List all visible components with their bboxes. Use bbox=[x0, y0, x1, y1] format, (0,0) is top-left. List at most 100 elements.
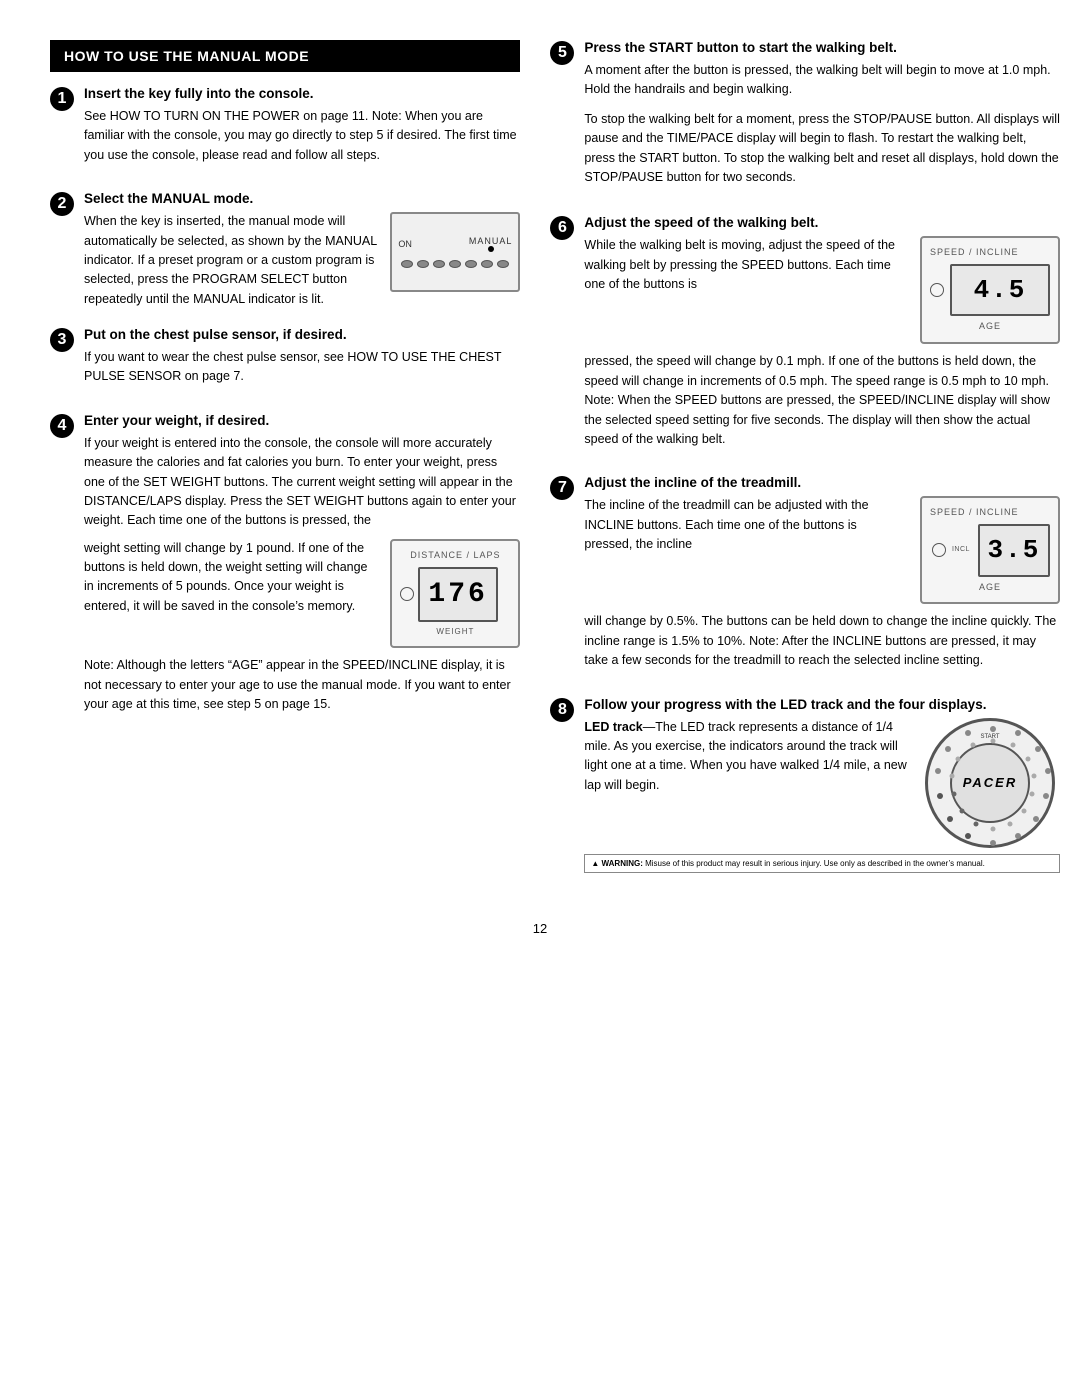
step-4: 4 Enter your weight, if desired. If your… bbox=[50, 413, 520, 723]
inner-dot bbox=[1010, 742, 1015, 747]
distance-laps-display: DISTANCE / LAPS 176 WEIGHT bbox=[390, 539, 520, 649]
speed-incline-display-6: SPEED / INCLINE 4.5 AGE bbox=[920, 236, 1060, 344]
left-column: HOW TO USE THE MANUAL MODE 1 Insert the … bbox=[50, 40, 520, 891]
page-container: HOW TO USE THE MANUAL MODE 1 Insert the … bbox=[50, 40, 1030, 891]
speed-screen-7: 3.5 bbox=[978, 524, 1050, 576]
manual-indicator-row: ON MANUAL bbox=[398, 236, 512, 252]
step-1: 1 Insert the key fully into the console.… bbox=[50, 86, 520, 173]
step-4-number: 4 bbox=[50, 414, 74, 438]
manual-mode-display: ON MANUAL bbox=[390, 212, 520, 292]
step-6-after: pressed, the speed will change by 0.1 mp… bbox=[584, 352, 1060, 449]
manual-btn-2 bbox=[417, 260, 429, 268]
inner-dot-active bbox=[973, 821, 978, 826]
track-dot-active bbox=[937, 793, 943, 799]
inner-dot bbox=[1007, 821, 1012, 826]
speed-screen-row-6: 4.5 bbox=[930, 264, 1050, 316]
step-2-number: 2 bbox=[50, 192, 74, 216]
manual-btn-7 bbox=[497, 260, 509, 268]
step-8: 8 Follow your progress with the LED trac… bbox=[550, 697, 1060, 873]
step-5-number: 5 bbox=[550, 41, 574, 65]
step-4-note: Note: Although the letters “AGE” appear … bbox=[84, 656, 520, 714]
track-dot bbox=[935, 768, 941, 774]
step-1-body: See HOW TO TURN ON THE POWER on page 11.… bbox=[84, 107, 520, 165]
step-8-title: Follow your progress with the LED track … bbox=[584, 697, 1060, 712]
step-6-number: 6 bbox=[550, 216, 574, 240]
speed-label-row-6: SPEED / INCLINE bbox=[930, 246, 1050, 260]
laps-icon bbox=[400, 587, 414, 601]
step-5-content: Press the START button to start the walk… bbox=[584, 40, 1060, 197]
step-6-title: Adjust the speed of the walking belt. bbox=[584, 215, 1060, 230]
inner-dot-active bbox=[959, 808, 964, 813]
track-dot bbox=[1033, 816, 1039, 822]
step-1-content: Insert the key fully into the console. S… bbox=[84, 86, 520, 173]
start-text: START bbox=[980, 734, 999, 740]
step-6-figure: While the walking belt is moving, adjust… bbox=[584, 236, 1060, 344]
section-header: HOW TO USE THE MANUAL MODE bbox=[50, 40, 520, 72]
track-dot bbox=[1045, 768, 1051, 774]
step-8-content: Follow your progress with the LED track … bbox=[584, 697, 1060, 873]
manual-btn-3 bbox=[433, 260, 445, 268]
incl-icon-6 bbox=[930, 283, 944, 297]
step-3-number: 3 bbox=[50, 328, 74, 352]
step-7-title: Adjust the incline of the treadmill. bbox=[584, 475, 1060, 490]
step-7-body: The incline of the treadmill can be adju… bbox=[584, 496, 1060, 670]
inner-dot bbox=[990, 826, 995, 831]
inner-dot bbox=[1021, 808, 1026, 813]
step-1-number: 1 bbox=[50, 87, 74, 111]
step-2: 2 Select the MANUAL mode. When the key i… bbox=[50, 191, 520, 309]
speed-screen-row-7: INCL 3.5 bbox=[930, 524, 1050, 576]
track-dot bbox=[1015, 730, 1021, 736]
track-dot bbox=[1043, 793, 1049, 799]
step-3-title: Put on the chest pulse sensor, if desire… bbox=[84, 327, 520, 342]
track-dot bbox=[990, 726, 996, 732]
right-column: 5 Press the START button to start the wa… bbox=[550, 40, 1060, 891]
manual-dot bbox=[488, 246, 494, 252]
speed-label-row-7: SPEED / INCLINE bbox=[930, 506, 1050, 520]
step-7-content: Adjust the incline of the treadmill. The… bbox=[584, 475, 1060, 678]
incl-icon-7 bbox=[932, 543, 946, 557]
incl-text: INCL bbox=[952, 545, 970, 556]
pacer-figure: START PACER bbox=[920, 718, 1060, 848]
manual-label: MANUAL bbox=[469, 236, 513, 246]
speed-incline-display-7: SPEED / INCLINE INCL 3.5 AGE bbox=[920, 496, 1060, 604]
distance-display-row: 176 bbox=[400, 567, 510, 622]
speed-screen-6: 4.5 bbox=[950, 264, 1050, 316]
step-4-content: Enter your weight, if desired. If your w… bbox=[84, 413, 520, 723]
track-dot bbox=[990, 840, 996, 846]
page-number: 12 bbox=[50, 921, 1030, 936]
step-8-figure: LED track—The LED track represents a dis… bbox=[584, 718, 1060, 848]
weight-label: WEIGHT bbox=[400, 626, 510, 638]
step-6-body: While the walking belt is moving, adjust… bbox=[584, 236, 1060, 449]
step-6-intro-text: While the walking belt is moving, adjust… bbox=[584, 236, 908, 302]
led-track-label: LED track bbox=[584, 720, 642, 734]
step-4-figure: weight setting will change by 1 pound. I… bbox=[84, 539, 520, 649]
step-2-body-text: When the key is inserted, the manual mod… bbox=[84, 212, 378, 309]
step-4-body: If your weight is entered into the conso… bbox=[84, 434, 520, 715]
track-dot-active bbox=[965, 833, 971, 839]
inner-dot bbox=[955, 756, 960, 761]
pacer-outer-ring: START PACER bbox=[925, 718, 1055, 848]
step-5: 5 Press the START button to start the wa… bbox=[550, 40, 1060, 197]
step-2-content: Select the MANUAL mode. When the key is … bbox=[84, 191, 520, 309]
on-label: ON bbox=[398, 239, 412, 249]
step-5-p2: To stop the walking belt for a moment, p… bbox=[584, 110, 1060, 188]
inner-dot bbox=[1025, 756, 1030, 761]
inner-dot bbox=[1031, 773, 1036, 778]
step-3: 3 Put on the chest pulse sensor, if desi… bbox=[50, 327, 520, 395]
step-7: 7 Adjust the incline of the treadmill. T… bbox=[550, 475, 1060, 678]
led-track-em: —The bbox=[643, 720, 677, 734]
manual-buttons-row bbox=[401, 260, 509, 268]
manual-btn-4 bbox=[449, 260, 461, 268]
step-8-number: 8 bbox=[550, 698, 574, 722]
step-8-body: LED track—The LED track represents a dis… bbox=[584, 718, 1060, 873]
inner-dot bbox=[1029, 791, 1034, 796]
step-7-intro-text: The incline of the treadmill can be adju… bbox=[584, 496, 908, 562]
step-4-title: Enter your weight, if desired. bbox=[84, 413, 520, 428]
step-4-intro: If your weight is entered into the conso… bbox=[84, 434, 520, 531]
warning-box: ▲ WARNING: Misuse of this product may re… bbox=[584, 854, 1060, 873]
step-5-p1: A moment after the button is pressed, th… bbox=[584, 61, 1060, 100]
step-5-body: A moment after the button is pressed, th… bbox=[584, 61, 1060, 187]
track-dot bbox=[1035, 746, 1041, 752]
track-dot-active bbox=[947, 816, 953, 822]
step-7-after: will change by 0.5%. The buttons can be … bbox=[584, 612, 1060, 670]
